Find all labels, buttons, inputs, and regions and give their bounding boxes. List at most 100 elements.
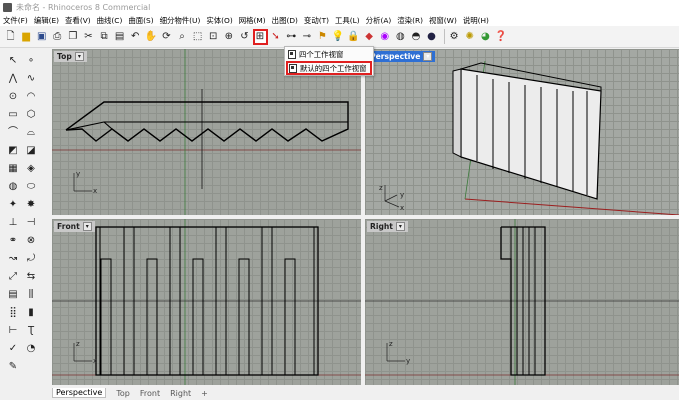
print-icon[interactable]: ⎙ (51, 30, 64, 44)
viewport-right[interactable]: Right ▾ z y (365, 219, 679, 385)
light-icon[interactable]: 💡 (331, 30, 344, 44)
menu-view[interactable]: 查看(V) (65, 15, 91, 26)
sphere-icon[interactable]: ● (425, 30, 438, 44)
menu-analyze[interactable]: 分析(A) (366, 15, 392, 26)
tab-right[interactable]: Right (170, 389, 191, 398)
mirror-icon[interactable]: ⇆ (22, 269, 40, 285)
set-view-icon[interactable]: ➘ (269, 30, 282, 44)
options-icon[interactable]: ⚙ (448, 30, 461, 44)
menu-edit[interactable]: 编辑(E) (34, 15, 59, 26)
tab-perspective[interactable]: Perspective (52, 388, 107, 398)
viewport-right-label[interactable]: Right ▾ (367, 221, 408, 232)
point-icon[interactable]: ∘ (22, 53, 40, 69)
dropdown-item-four-viewports[interactable]: 四个工作视窗 (285, 47, 373, 61)
rotate-icon[interactable]: ⤾ (22, 251, 40, 267)
dimension-icon[interactable]: ⊢ (4, 323, 22, 339)
menu-solid[interactable]: 实体(O) (206, 15, 232, 26)
copy-icon[interactable]: ⧉ (98, 30, 111, 44)
render-icon[interactable]: ◓ (409, 30, 422, 44)
zoom-window-icon[interactable]: ⬚ (191, 30, 204, 44)
zoom-icon[interactable]: ⌕ (176, 30, 189, 44)
select-arrow-icon[interactable]: ↖ (4, 53, 22, 69)
save-icon[interactable]: ▣ (35, 30, 48, 44)
fillet-curve-icon[interactable]: ⌒ (4, 125, 22, 141)
scale-icon[interactable]: ⤢ (4, 269, 22, 285)
menu-curve[interactable]: 曲线(C) (97, 15, 123, 26)
chevron-down-icon[interactable]: ▾ (423, 52, 433, 61)
new-icon[interactable]: 🗋 (4, 30, 17, 44)
menu-render[interactable]: 渲染(R) (397, 15, 423, 26)
analyze-icon[interactable]: ◔ (22, 341, 40, 357)
polyline-icon[interactable]: ⋀ (4, 71, 22, 87)
curve-icon[interactable]: ∿ (22, 71, 40, 87)
menu-surface[interactable]: 曲面(S) (128, 15, 153, 26)
display-mode-icon[interactable]: ◍ (394, 30, 407, 44)
menu-help[interactable]: 说明(H) (463, 15, 489, 26)
menu-dimension[interactable]: 出图(D) (272, 15, 298, 26)
mesh-icon[interactable]: ✦ (4, 197, 22, 213)
menu-tools[interactable]: 工具(L) (335, 15, 360, 26)
explode-icon[interactable]: ✸ (22, 197, 40, 213)
dropdown-item-default-four-viewports[interactable]: 默认的四个工作视窗 (286, 61, 372, 75)
grid-array-icon[interactable]: ⣿ (4, 305, 22, 321)
tab-top[interactable]: Top (116, 389, 130, 398)
undo-icon[interactable]: ↶ (129, 30, 142, 44)
boolean-icon[interactable]: ◈ (22, 161, 40, 177)
rectangle-icon[interactable]: ▭ (4, 107, 22, 123)
orient-icon[interactable]: ▮ (22, 305, 40, 321)
add-tab-icon[interactable]: + (201, 389, 208, 398)
import-icon[interactable]: ❐ (66, 30, 79, 44)
menu-subd[interactable]: 细分物件(U) (160, 15, 201, 26)
render-color-icon[interactable]: ◉ (378, 30, 391, 44)
trim-icon[interactable]: ⊣ (22, 215, 40, 231)
chevron-down-icon[interactable]: ▾ (74, 52, 84, 61)
viewport-top-label[interactable]: Top ▾ (54, 51, 87, 62)
menu-transform[interactable]: 变动(T) (304, 15, 329, 26)
chevron-down-icon[interactable]: ▾ (82, 222, 92, 231)
undo-view-icon[interactable]: ↺ (238, 30, 251, 44)
zoom-selected-icon[interactable]: ⊕ (222, 30, 235, 44)
polygon-icon[interactable]: ⬡ (22, 107, 40, 123)
select-points-icon[interactable]: ⊶ (285, 30, 298, 44)
circle-icon[interactable]: ⊙ (4, 89, 22, 105)
extrude-surface-icon[interactable]: ◪ (22, 143, 40, 159)
check-icon[interactable]: ✓ (4, 341, 22, 357)
move-icon[interactable]: ↝ (4, 251, 22, 267)
render-tool-icon[interactable]: ✎ (4, 359, 22, 375)
array-icon[interactable]: ▤ (4, 287, 22, 303)
join-icon[interactable]: ⊗ (22, 233, 40, 249)
open-icon[interactable]: ▆ (20, 30, 33, 44)
zoom-extents-icon[interactable]: ⊡ (207, 30, 220, 44)
cylinder-icon[interactable]: ⬭ (22, 179, 40, 195)
four-viewports-icon[interactable]: ⊞ (252, 28, 268, 45)
pan-icon[interactable]: ✋ (144, 30, 157, 44)
menu-mesh[interactable]: 网格(M) (239, 15, 266, 26)
points-off-icon[interactable]: ⊸ (300, 30, 313, 44)
viewport-front-label[interactable]: Front ▾ (54, 221, 95, 232)
grid-icon[interactable]: ⚑ (316, 30, 329, 44)
viewport-front[interactable]: Front ▾ z x (52, 219, 361, 385)
group-icon[interactable]: ⚭ (4, 233, 22, 249)
viewport-perspective[interactable]: Perspective ▾ z y x (365, 49, 679, 215)
text-icon[interactable]: Ʈ (22, 323, 40, 339)
rotate-view-icon[interactable]: ⟳ (160, 30, 173, 44)
offset-curve-icon[interactable]: ⌓ (22, 125, 40, 141)
arc-icon[interactable]: ◠ (22, 89, 40, 105)
solid-box-icon[interactable]: ▦ (4, 161, 22, 177)
sphere-tool-icon[interactable]: ◍ (4, 179, 22, 195)
cut-icon[interactable]: ✂ (82, 30, 95, 44)
gear-icon[interactable]: ✺ (463, 30, 476, 44)
lock-icon[interactable]: 🔒 (347, 30, 360, 44)
help-icon[interactable]: ❓ (494, 30, 507, 44)
viewport-perspective-label[interactable]: Perspective ▾ (367, 51, 436, 62)
surface-icon[interactable]: ◩ (4, 143, 22, 159)
split-icon[interactable]: ⊥ (4, 215, 22, 231)
material-icon[interactable]: ◆ (363, 30, 376, 44)
align-icon[interactable]: ⫼ (22, 287, 40, 303)
chevron-down-icon[interactable]: ▾ (395, 222, 405, 231)
menu-file[interactable]: 文件(F) (3, 15, 28, 26)
tab-front[interactable]: Front (140, 389, 160, 398)
menu-panels[interactable]: 视窗(W) (429, 15, 457, 26)
plugin-icon[interactable]: ◕ (479, 30, 492, 44)
paste-icon[interactable]: ▤ (113, 30, 126, 44)
